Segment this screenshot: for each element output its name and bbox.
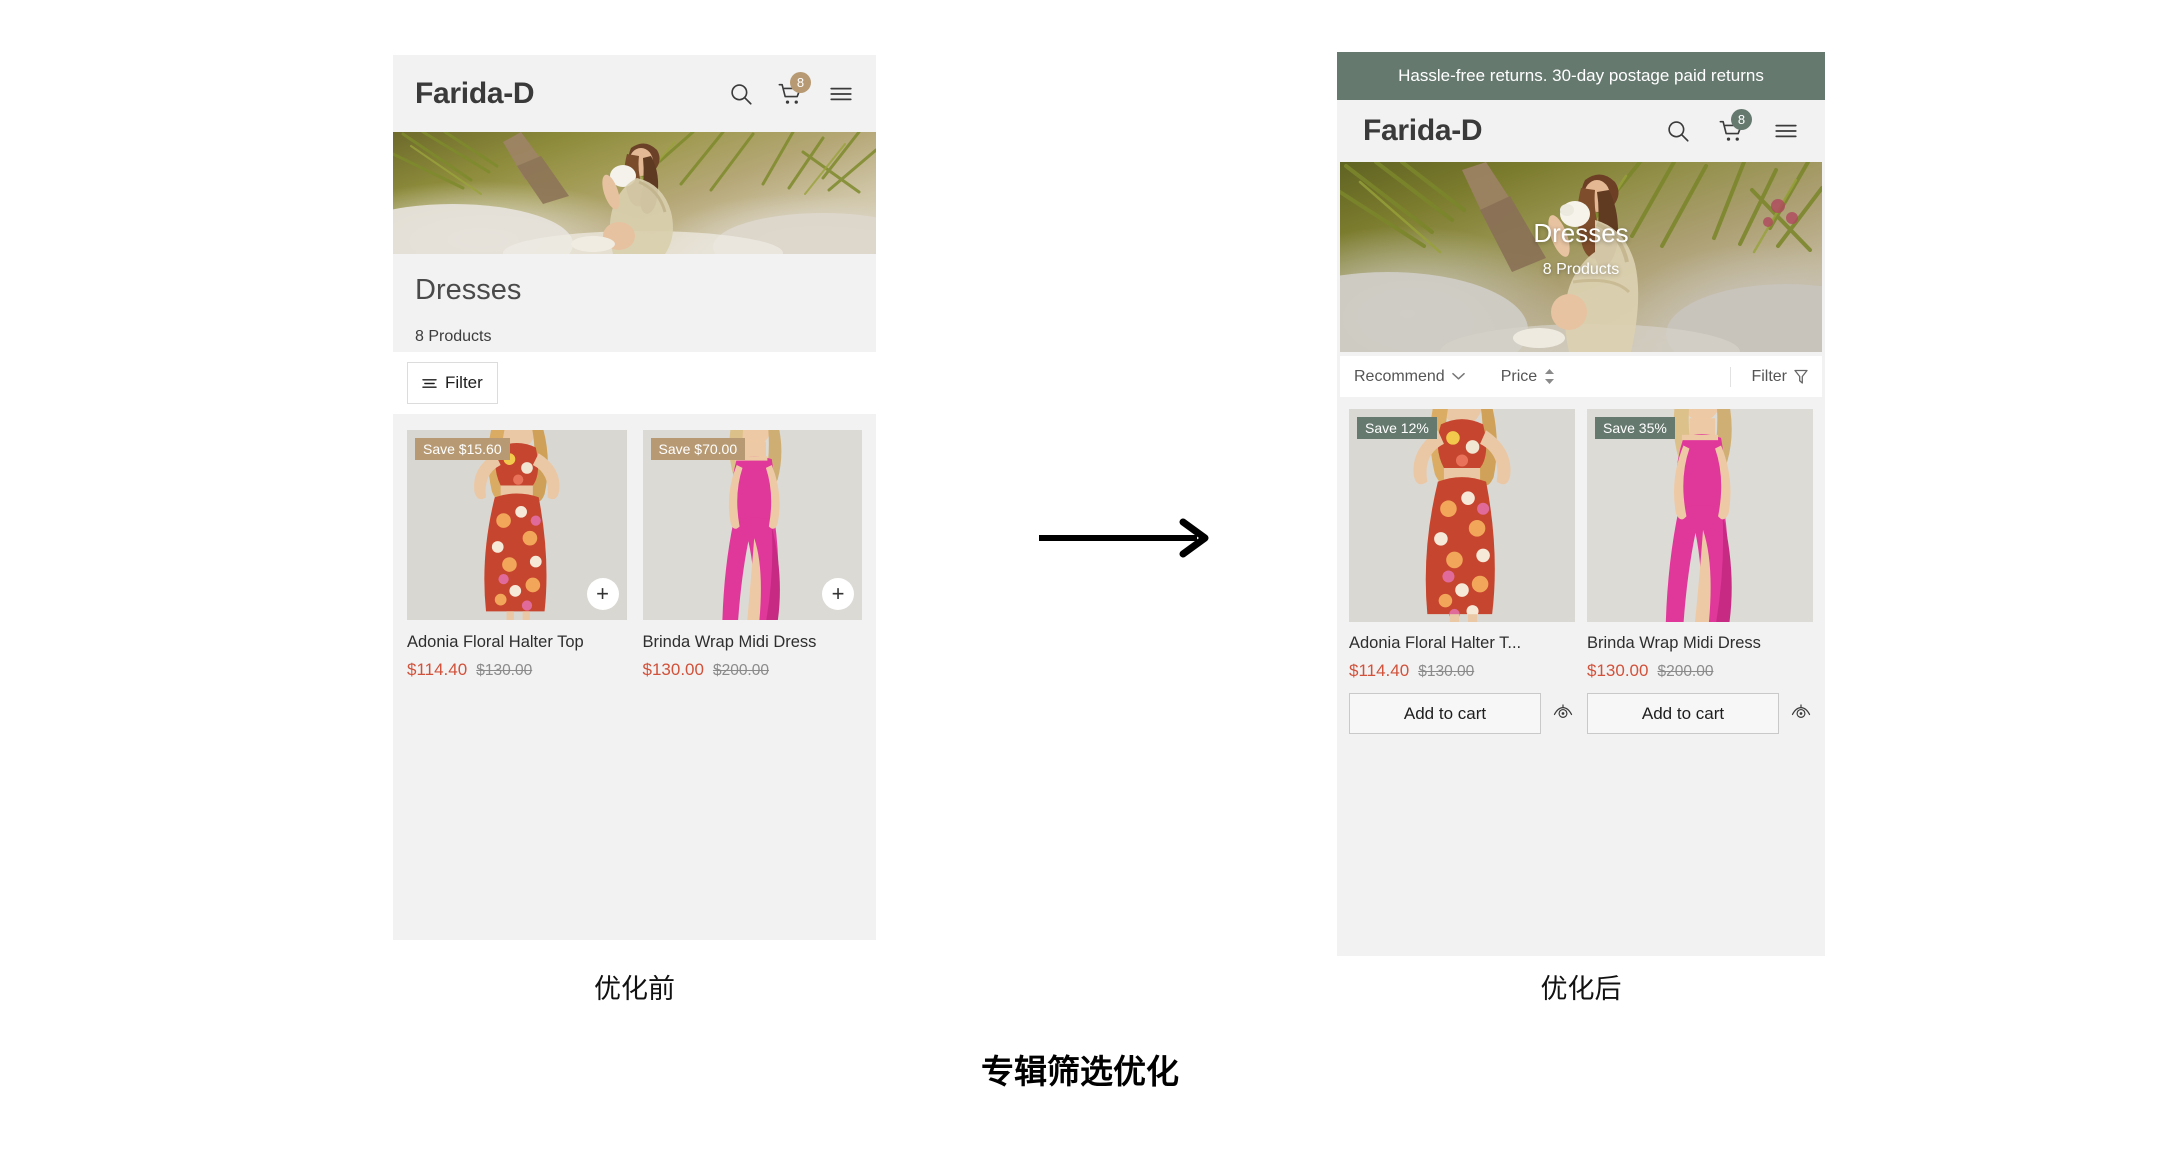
- hero-title: Dresses: [1533, 218, 1629, 248]
- search-icon[interactable]: [1665, 118, 1691, 144]
- sort-updown-icon: [1544, 369, 1555, 384]
- phone-after: Hassle-free returns. 30-day postage paid…: [1337, 52, 1825, 956]
- before-header-icons: 8: [728, 71, 854, 109]
- product-name: Brinda Wrap Midi Dress: [1587, 634, 1761, 652]
- save-badge: Save 12%: [1357, 417, 1437, 439]
- cart-count-badge: 8: [790, 71, 811, 93]
- save-badge: Save $15.60: [415, 438, 510, 460]
- product-image[interactable]: Save $70.00 +: [642, 430, 862, 620]
- original-price: $200.00: [712, 662, 769, 679]
- before-filter-strip: Filter: [393, 352, 876, 414]
- before-collection-header: Dresses 8 Products: [393, 254, 876, 346]
- product-price-row: $130.00 $200.00: [643, 660, 863, 680]
- cart-icon[interactable]: 8: [776, 71, 811, 109]
- add-to-cart-button[interactable]: Add to cart: [1349, 693, 1541, 734]
- hero-text-overlay: Dresses 8 Products: [1340, 218, 1822, 279]
- sale-price: $114.40: [407, 660, 468, 679]
- product-card[interactable]: Save 35% Brinda Wrap Midi Dress $130.00 …: [1587, 409, 1813, 734]
- plus-icon[interactable]: +: [822, 578, 854, 610]
- product-count: 8 Products: [415, 328, 492, 345]
- sort-recommend-label: Recommend: [1354, 367, 1445, 385]
- sort-price-label: Price: [1500, 367, 1538, 385]
- plus-icon[interactable]: +: [586, 578, 619, 610]
- original-price: $130.00: [476, 662, 533, 679]
- product-image[interactable]: Save $15.60 +: [407, 430, 627, 620]
- brand-logo: Farida-D: [1363, 114, 1483, 147]
- sortbar-divider: [1730, 366, 1732, 387]
- product-name: Adonia Floral Halter Top: [407, 633, 584, 651]
- announcement-bar: Hassle-free returns. 30-day postage paid…: [1337, 52, 1825, 100]
- product-price-row: $130.00 $200.00: [1587, 661, 1813, 681]
- product-name: Adonia Floral Halter T...: [1349, 634, 1522, 652]
- chevron-down-icon: [1451, 372, 1465, 381]
- add-to-cart-button[interactable]: Add to cart: [1587, 693, 1779, 734]
- hamburger-menu-icon[interactable]: [1773, 118, 1799, 144]
- filter-button-label: Filter: [445, 373, 483, 392]
- hero-subtitle: 8 Products: [1542, 261, 1620, 278]
- original-price: $200.00: [1657, 663, 1714, 680]
- sale-price: $130.00: [1587, 661, 1649, 680]
- comparison-stage: Farida-D 8 Dresses 8 Products Filter Sav…: [0, 0, 2160, 1165]
- hamburger-menu-icon[interactable]: [828, 81, 854, 107]
- product-price-row: $114.40 $130.00: [407, 660, 627, 680]
- save-badge: Save 35%: [1595, 417, 1675, 439]
- product-card[interactable]: Save $15.60 + Adonia Floral Halter Top $…: [407, 430, 627, 680]
- filter-button[interactable]: Filter: [1751, 368, 1808, 386]
- product-card[interactable]: Save $70.00 + Brinda Wrap Midi Dress $13…: [642, 430, 863, 680]
- after-app-header: Farida-D 8: [1337, 100, 1825, 162]
- original-price: $130.00: [1418, 663, 1475, 680]
- product-image[interactable]: Save 12%: [1349, 409, 1575, 622]
- caption-after: 优化后: [1540, 974, 1622, 1004]
- before-app-header: Farida-D 8: [393, 55, 876, 132]
- eye-icon[interactable]: [1551, 703, 1575, 724]
- product-actions: Add to cart: [1587, 693, 1813, 734]
- filter-button-label: Filter: [1751, 367, 1787, 385]
- sort-filter-bar: Recommend Price Filter: [1340, 356, 1822, 397]
- eye-icon[interactable]: [1789, 703, 1813, 724]
- sort-price-toggle[interactable]: Price: [1501, 368, 1555, 386]
- phone-before: Farida-D 8 Dresses 8 Products Filter Sav…: [393, 55, 876, 940]
- brand-logo: Farida-D: [415, 76, 535, 110]
- after-header-icons: 8: [1665, 109, 1799, 146]
- save-badge: Save $70.00: [650, 438, 746, 460]
- product-price-row: $114.40 $130.00: [1349, 661, 1575, 681]
- caption-before: 优化前: [594, 974, 675, 1004]
- cart-count-badge: 8: [1731, 109, 1752, 130]
- cart-icon[interactable]: 8: [1717, 109, 1752, 146]
- before-hero-image: [393, 132, 876, 254]
- sale-price: $114.40: [1349, 661, 1410, 680]
- arrow-right-icon: [1037, 518, 1217, 558]
- sort-recommend-dropdown[interactable]: Recommend: [1354, 368, 1465, 386]
- filter-button[interactable]: Filter: [407, 362, 498, 404]
- sale-price: $130.00: [642, 660, 704, 679]
- product-name: Brinda Wrap Midi Dress: [642, 633, 817, 651]
- product-image[interactable]: Save 35%: [1587, 409, 1813, 622]
- collection-title: Dresses: [415, 274, 522, 306]
- filter-lines-icon: [422, 377, 437, 390]
- after-hero-banner: Dresses 8 Products: [1340, 162, 1822, 352]
- search-icon[interactable]: [728, 81, 754, 107]
- product-card[interactable]: Save 12% Adonia Floral Halter T... $114.…: [1349, 409, 1575, 734]
- funnel-icon: [1794, 369, 1808, 384]
- page-title: 专辑筛选优化: [981, 1053, 1179, 1090]
- before-product-grid: Save $15.60 + Adonia Floral Halter Top $…: [393, 414, 876, 680]
- after-product-grid: Save 12% Adonia Floral Halter T... $114.…: [1337, 397, 1825, 734]
- product-actions: Add to cart: [1349, 693, 1575, 734]
